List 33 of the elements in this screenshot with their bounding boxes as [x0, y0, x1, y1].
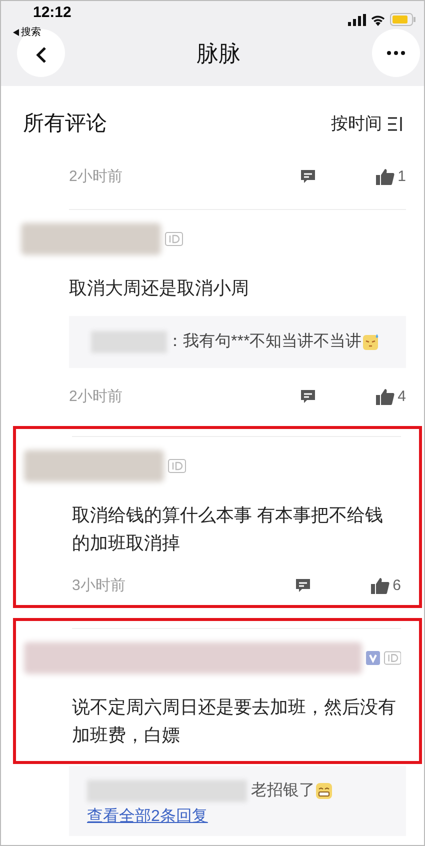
thumbs-up-icon[interactable] [370, 577, 390, 595]
comment-text: 说不定周六周日还是要去加班，然后没有加班费，白嫖 [71, 696, 397, 747]
signal-icon [348, 14, 366, 26]
sort-icon [388, 116, 404, 132]
more-icon [387, 51, 405, 55]
comment-time: 2小时前 [69, 166, 122, 187]
comment-time: 2小时前 [69, 386, 122, 407]
sweat-face-icon [362, 333, 380, 351]
section-title: 所有评论 [23, 111, 107, 138]
like-count: 6 [392, 576, 401, 596]
comment-text: 取消给钱的算什么本事 有本事把不给钱的加班取消掉 [71, 504, 384, 555]
like-count: 1 [398, 166, 406, 187]
thumbs-up-icon[interactable] [374, 168, 395, 186]
wifi-icon [370, 14, 386, 26]
back-icon [35, 46, 47, 64]
reply-text: 老招银了 [251, 780, 315, 801]
page-title: 脉脉 [196, 40, 240, 68]
quote-text: ：我有句***不知当讲不当讲 [167, 332, 362, 352]
battery-icon [390, 13, 416, 26]
sort-button[interactable]: 按时间 [331, 111, 404, 137]
like-count: 4 [398, 386, 406, 407]
comment-icon[interactable] [298, 388, 317, 406]
back-to-search-link[interactable]: 搜索 [21, 25, 41, 40]
triangle-left-icon [13, 29, 19, 36]
comment-icon[interactable] [298, 168, 317, 186]
grin-face-icon [315, 782, 333, 800]
status-time: 12:12 [33, 3, 72, 24]
id-badge-icon [384, 651, 402, 665]
thumbs-up-icon[interactable] [374, 388, 395, 406]
comment-icon[interactable] [294, 577, 312, 595]
view-all-replies-link[interactable]: 查看全部2条回复 [87, 804, 388, 830]
comment-text: 取消大周还是取消小周 [68, 277, 250, 300]
comment-time: 3小时前 [72, 576, 126, 596]
